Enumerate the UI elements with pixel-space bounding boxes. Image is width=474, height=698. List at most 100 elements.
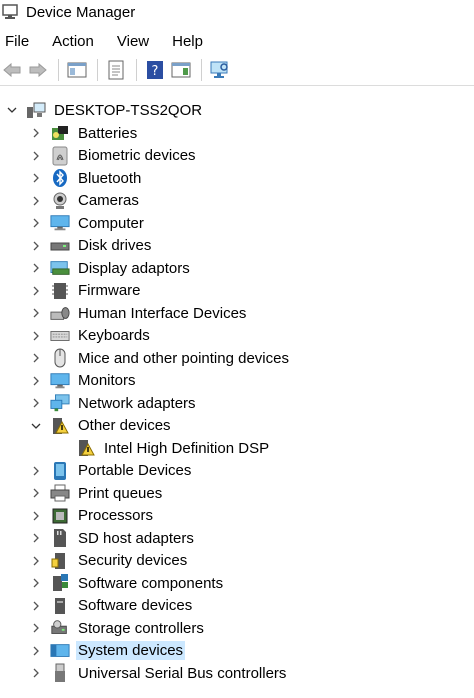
disk-drive-icon — [50, 236, 70, 256]
chevron-right-icon[interactable] — [30, 532, 42, 544]
keyboard-icon — [50, 326, 70, 346]
chevron-down-icon[interactable] — [6, 104, 18, 116]
tree-item-portable-devices[interactable]: Portable Devices — [30, 460, 193, 482]
fingerprint-icon — [50, 146, 70, 166]
menu-file[interactable]: File — [5, 31, 29, 52]
forward-button[interactable] — [26, 58, 50, 82]
chevron-right-icon[interactable] — [30, 375, 42, 387]
tree-item-bluetooth[interactable]: Bluetooth — [30, 167, 143, 189]
forward-arrow-icon — [29, 62, 47, 78]
tree-root-label: DESKTOP-TSS2QOR — [54, 101, 203, 119]
tree-item-disk-drives[interactable]: Disk drives — [30, 235, 153, 257]
toolbar-separator — [58, 59, 59, 81]
tree-item-label: Print queues — [78, 484, 163, 502]
network-icon — [50, 393, 70, 413]
tree-item-cameras[interactable]: Cameras — [30, 190, 141, 212]
tree-item-software-devices[interactable]: Software devices — [30, 595, 194, 617]
warning-device-icon — [76, 438, 96, 458]
chevron-right-icon[interactable] — [30, 397, 42, 409]
scan-hardware-button[interactable] — [208, 58, 232, 82]
tree-item-label: Human Interface Devices — [78, 304, 247, 322]
chevron-right-icon[interactable] — [30, 307, 42, 319]
chevron-right-icon[interactable] — [30, 352, 42, 364]
computer-icon — [50, 213, 70, 233]
tree-item-intel-hd-dsp[interactable]: Intel High Definition DSP — [76, 437, 271, 459]
chevron-right-icon[interactable] — [30, 285, 42, 297]
firmware-icon — [50, 281, 70, 301]
tree-item-usb-controllers[interactable]: Universal Serial Bus controllers — [30, 662, 288, 684]
tree-item-label: Biometric devices — [78, 147, 196, 164]
bluetooth-icon — [50, 168, 70, 188]
toolbar: ? — [0, 55, 474, 86]
show-hide-action-pane-button[interactable] — [169, 58, 193, 82]
usb-icon — [50, 663, 70, 683]
help-button[interactable]: ? — [143, 58, 167, 82]
chevron-right-icon[interactable] — [30, 622, 42, 634]
chevron-right-icon[interactable] — [30, 465, 42, 477]
chevron-right-icon[interactable] — [30, 172, 42, 184]
tree-item-label: Storage controllers — [78, 619, 204, 637]
tree-item-storage-controllers[interactable]: Storage controllers — [30, 617, 206, 639]
chevron-right-icon[interactable] — [30, 195, 42, 207]
battery-icon — [50, 123, 70, 143]
back-arrow-icon — [3, 62, 21, 78]
tree-item-label: Batteries — [78, 124, 138, 142]
chevron-right-icon[interactable] — [30, 240, 42, 252]
tree-item-security-devices[interactable]: Security devices — [30, 550, 189, 572]
title-bar: Device Manager — [0, 0, 474, 24]
chevron-right-icon[interactable] — [30, 150, 42, 162]
system-devices-icon — [50, 641, 70, 661]
chevron-right-icon[interactable] — [30, 600, 42, 612]
back-button[interactable] — [0, 58, 24, 82]
chevron-down-icon[interactable] — [30, 420, 42, 432]
tree-item-mice[interactable]: Mice and other pointing devices — [30, 347, 291, 369]
tree-item-biometric-devices[interactable]: Biometric devices — [30, 145, 198, 167]
tree-item-other-devices[interactable]: Other devices — [30, 415, 173, 437]
tree-item-batteries[interactable]: Batteries — [30, 122, 139, 144]
printer-icon — [50, 483, 70, 503]
tree-item-monitors[interactable]: Monitors — [30, 370, 138, 392]
tree-item-network-adapters[interactable]: Network adapters — [30, 392, 198, 414]
software-devices-icon — [50, 596, 70, 616]
scan-hardware-icon — [210, 61, 228, 78]
show-hide-console-tree-button[interactable] — [65, 58, 89, 82]
tree-root[interactable]: DESKTOP-TSS2QOR — [6, 99, 204, 121]
camera-icon — [50, 191, 70, 211]
properties-button[interactable] — [104, 58, 128, 82]
chevron-right-icon[interactable] — [30, 487, 42, 499]
menu-view[interactable]: View — [117, 31, 149, 52]
chevron-right-icon[interactable] — [30, 127, 42, 139]
mouse-icon — [50, 348, 70, 368]
tree-item-system-devices[interactable]: System devices — [30, 640, 186, 662]
chevron-right-icon[interactable] — [30, 217, 42, 229]
toolbar-separator — [97, 59, 98, 81]
tree-item-software-components[interactable]: Software components — [30, 572, 225, 594]
chevron-right-icon[interactable] — [30, 262, 42, 274]
sd-card-icon — [50, 528, 70, 548]
menu-action[interactable]: Action — [52, 31, 94, 52]
tree-item-sd-host-adapters[interactable]: SD host adapters — [30, 527, 196, 549]
tree-item-label: Monitors — [78, 372, 136, 389]
properties-icon — [108, 60, 124, 80]
software-components-icon — [50, 573, 70, 593]
device-manager-icon — [2, 4, 20, 20]
chevron-right-icon[interactable] — [30, 330, 42, 342]
chevron-right-icon[interactable] — [30, 645, 42, 657]
chevron-right-icon[interactable] — [30, 577, 42, 589]
tree-item-label: Universal Serial Bus controllers — [78, 664, 287, 682]
tree-item-keyboards[interactable]: Keyboards — [30, 325, 152, 347]
chevron-right-icon[interactable] — [30, 667, 42, 679]
tree-item-processors[interactable]: Processors — [30, 505, 155, 527]
tree-item-human-interface-devices[interactable]: Human Interface Devices — [30, 302, 248, 324]
chevron-right-icon[interactable] — [30, 555, 42, 567]
chevron-right-icon[interactable] — [30, 510, 42, 522]
tree-item-firmware[interactable]: Firmware — [30, 280, 143, 302]
tree-item-label: Portable Devices — [78, 462, 192, 479]
tree-item-print-queues[interactable]: Print queues — [30, 482, 164, 504]
storage-controller-icon — [50, 618, 70, 638]
display-adapter-icon — [50, 258, 70, 278]
tree-item-display-adaptors[interactable]: Display adaptors — [30, 257, 192, 279]
processor-icon — [50, 506, 70, 526]
tree-item-computer[interactable]: Computer — [30, 212, 146, 234]
menu-help[interactable]: Help — [172, 31, 203, 52]
